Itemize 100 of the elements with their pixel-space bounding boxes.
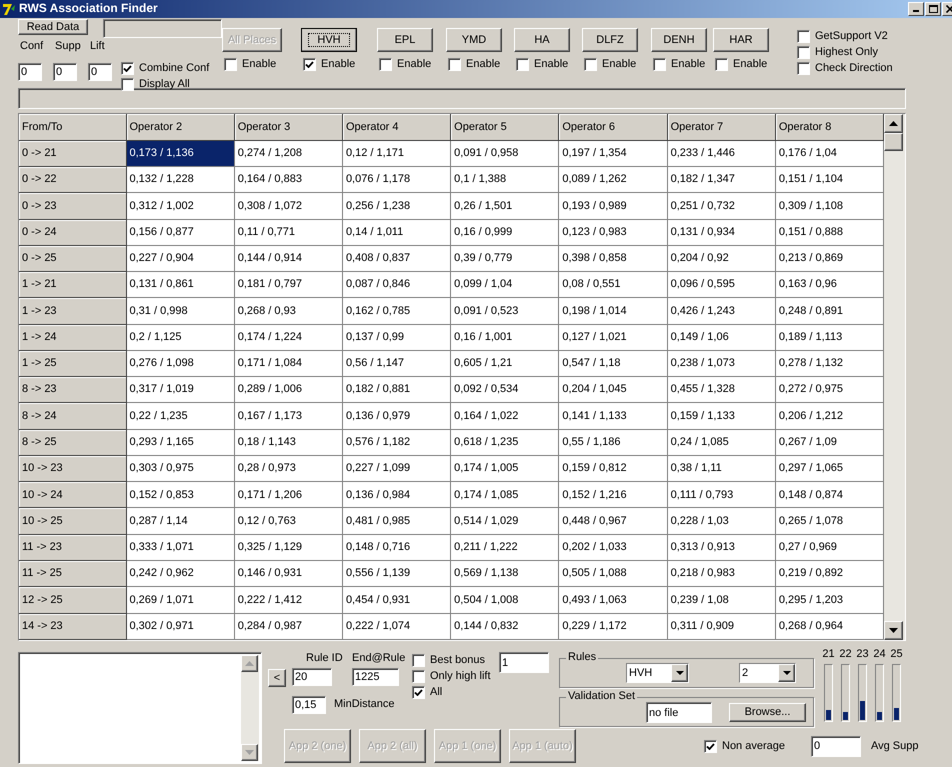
table-cell[interactable]: 0,293 / 1,165 (126, 429, 234, 456)
table-cell[interactable]: 0,16 / 1,001 (450, 324, 559, 350)
table-cell[interactable]: 0,159 / 1,133 (667, 402, 776, 430)
table-cell[interactable]: 0,149 / 1,06 (667, 324, 776, 350)
table-cell[interactable]: 0,213 / 0,869 (775, 245, 884, 272)
table-cell[interactable]: 0,091 / 0,523 (450, 298, 559, 324)
table-cell[interactable]: 0,08 / 0,551 (558, 272, 668, 298)
table-cell[interactable]: 0,448 / 0,967 (558, 508, 668, 534)
place-button[interactable]: HVH (301, 28, 357, 52)
table-cell[interactable]: 0,171 / 1,206 (234, 482, 342, 508)
avg-supp-field[interactable]: 0 (811, 736, 861, 756)
table-cell[interactable]: 0,148 / 0,716 (342, 534, 451, 561)
table-cell[interactable]: 0,204 / 0,92 (667, 245, 776, 272)
table-cell[interactable]: 0,204 / 1,045 (558, 376, 668, 403)
table-cell[interactable]: 0,38 / 1,11 (667, 455, 776, 482)
table-cell[interactable]: 0,325 / 1,129 (234, 534, 342, 561)
place-button[interactable]: HAR (713, 28, 769, 52)
table-cell[interactable]: 0,167 / 1,173 (234, 402, 342, 430)
table-cell[interactable]: 0,317 / 1,019 (126, 376, 234, 403)
table-cell[interactable]: 0,159 / 0,812 (558, 455, 668, 482)
table-cell[interactable]: 0,162 / 0,785 (342, 298, 451, 324)
table-cell[interactable]: 0,202 / 1,033 (558, 534, 668, 561)
threshold-field[interactable]: 0 (18, 62, 42, 81)
table-cell[interactable]: 0,274 / 1,208 (234, 140, 342, 167)
table-cell[interactable]: 0,123 / 0,983 (558, 219, 668, 246)
table-cell[interactable]: 0,136 / 0,984 (342, 482, 451, 508)
table-cell[interactable]: 0,111 / 0,793 (667, 482, 776, 508)
table-cell[interactable]: 0,174 / 1,005 (450, 455, 559, 482)
table-cell[interactable]: 0,426 / 1,243 (667, 298, 776, 324)
table-cell[interactable]: 0,242 / 0,962 (126, 560, 234, 587)
table-cell[interactable]: 0,505 / 1,088 (558, 560, 668, 587)
table-cell[interactable]: 0,27 / 0,969 (775, 534, 884, 561)
table-cell[interactable]: 0,164 / 0,883 (234, 166, 342, 193)
table-cell[interactable]: 0,256 / 1,238 (342, 192, 451, 220)
table-cell[interactable]: 0,193 / 0,989 (558, 192, 668, 220)
table-cell[interactable]: 0,092 / 0,534 (450, 376, 559, 403)
table-cell[interactable]: 0,26 / 1,501 (450, 192, 559, 220)
table-cell[interactable]: 0,218 / 0,983 (667, 560, 776, 587)
table-cell[interactable]: 0,141 / 1,133 (558, 402, 668, 430)
threshold-field[interactable]: 0 (88, 62, 112, 81)
table-cell[interactable]: 0,182 / 1,347 (667, 166, 776, 193)
table-cell[interactable]: 0,171 / 1,084 (234, 350, 342, 377)
table-cell[interactable]: 0,408 / 0,837 (342, 245, 451, 272)
threshold-field[interactable]: 0 (53, 62, 77, 81)
checkbox[interactable] (121, 62, 134, 75)
table-cell[interactable]: 0,493 / 1,063 (558, 586, 668, 614)
table-cell[interactable]: 0,547 / 1,18 (558, 350, 668, 377)
table-cell[interactable]: 0,127 / 1,021 (558, 324, 668, 350)
checkbox[interactable] (412, 654, 425, 667)
table-cell[interactable]: 0,302 / 0,971 (126, 613, 234, 640)
table-cell[interactable]: 0,18 / 1,143 (234, 429, 342, 456)
table-cell[interactable]: 0,31 / 0,998 (126, 298, 234, 324)
previous-button[interactable]: < (268, 669, 286, 687)
table-cell[interactable]: 0,56 / 1,147 (342, 350, 451, 377)
table-cell[interactable]: 0,176 / 1,04 (775, 140, 884, 167)
table-cell[interactable]: 0,164 / 1,022 (450, 402, 559, 430)
table-cell[interactable]: 0,197 / 1,354 (558, 140, 668, 167)
checkbox[interactable] (379, 58, 392, 71)
table-cell[interactable]: 0,174 / 1,224 (234, 324, 342, 350)
table-cell[interactable]: 0,333 / 1,071 (126, 534, 234, 561)
table-cell[interactable]: 0,504 / 1,008 (450, 586, 559, 614)
table-cell[interactable]: 0,181 / 0,797 (234, 272, 342, 298)
table-cell[interactable]: 0,311 / 0,909 (667, 613, 776, 640)
table-cell[interactable]: 0,514 / 1,029 (450, 508, 559, 534)
browse-button[interactable]: Browse... (729, 703, 806, 722)
place-button[interactable]: EPL (377, 28, 433, 52)
read-data-button[interactable]: Read Data (18, 19, 88, 35)
table-cell[interactable]: 0,096 / 0,595 (667, 272, 776, 298)
output-text-area[interactable] (18, 652, 262, 764)
table-cell[interactable]: 0,206 / 1,212 (775, 402, 884, 430)
table-cell[interactable]: 0,173 / 1,136 (126, 140, 234, 167)
table-cell[interactable]: 0,14 / 1,011 (342, 219, 451, 246)
table-cell[interactable]: 0,284 / 0,987 (234, 613, 342, 640)
table-cell[interactable]: 0,24 / 1,085 (667, 429, 776, 456)
scroll-thumb[interactable] (884, 133, 904, 151)
rule-id-field[interactable]: 20 (292, 668, 332, 686)
table-cell[interactable]: 0,2 / 1,125 (126, 324, 234, 350)
checkbox[interactable] (121, 78, 134, 91)
table-cell[interactable]: 0,312 / 1,002 (126, 192, 234, 220)
table-cell[interactable]: 0,233 / 1,446 (667, 140, 776, 167)
table-cell[interactable]: 0,398 / 0,858 (558, 245, 668, 272)
table-cell[interactable]: 0,238 / 1,073 (667, 350, 776, 377)
table-cell[interactable]: 0,268 / 0,964 (775, 613, 884, 640)
table-cell[interactable]: 0,174 / 1,085 (450, 482, 559, 508)
table-cell[interactable]: 0,091 / 0,958 (450, 140, 559, 167)
table-cell[interactable]: 0,239 / 1,08 (667, 586, 776, 614)
table-cell[interactable]: 0,16 / 0,999 (450, 219, 559, 246)
table-cell[interactable]: 0,576 / 1,182 (342, 429, 451, 456)
checkbox[interactable] (412, 670, 425, 683)
table-cell[interactable]: 0,136 / 0,979 (342, 402, 451, 430)
bonus-field[interactable]: 1 (499, 652, 549, 673)
table-cell[interactable]: 0,12 / 1,171 (342, 140, 451, 167)
checkbox[interactable] (704, 740, 717, 752)
table-cell[interactable]: 0,189 / 1,113 (775, 324, 884, 350)
table-cell[interactable]: 0,163 / 0,96 (775, 272, 884, 298)
table-cell[interactable]: 0,229 / 1,172 (558, 613, 668, 640)
table-cell[interactable]: 0,132 / 1,228 (126, 166, 234, 193)
table-cell[interactable]: 0,151 / 1,104 (775, 166, 884, 193)
table-cell[interactable]: 0,227 / 1,099 (342, 455, 451, 482)
table-cell[interactable]: 0,308 / 1,072 (234, 192, 342, 220)
